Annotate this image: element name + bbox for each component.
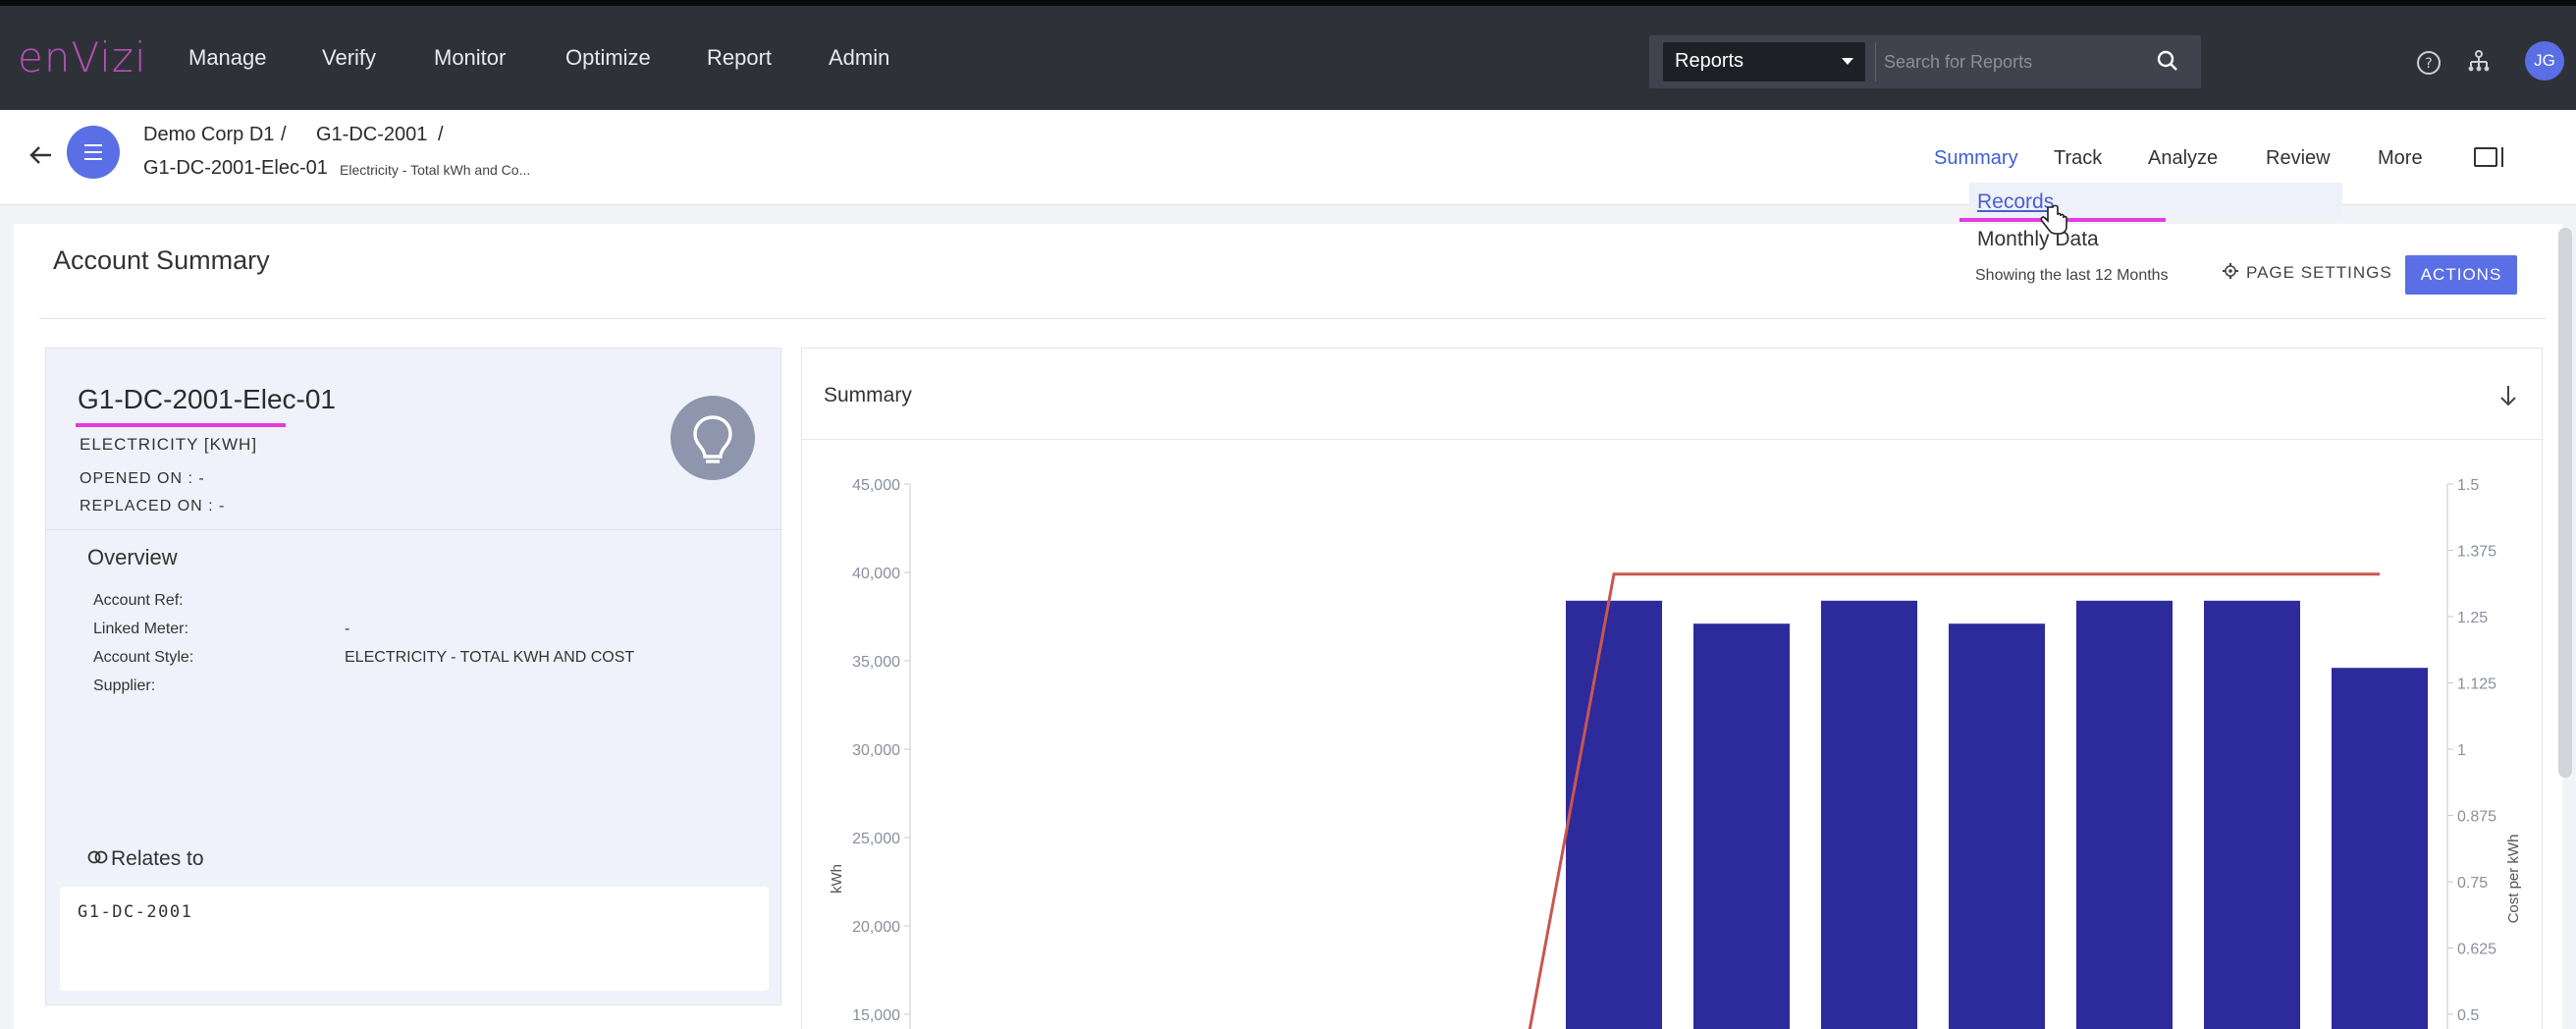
search-bar: Reports	[1649, 35, 2201, 88]
hierarchy-icon[interactable]	[2466, 49, 2492, 80]
page-settings-label: PAGE SETTINGS	[2246, 263, 2392, 282]
y2-tick-label: 1.375	[2457, 544, 2496, 561]
field-value: ELECTRICITY - TOTAL KWH AND COST	[345, 649, 635, 666]
vertical-scrollbar[interactable]	[2558, 228, 2572, 778]
tab-more[interactable]: More	[2378, 147, 2423, 170]
gear-icon	[2223, 263, 2238, 284]
breadcrumb-separator: /	[438, 124, 444, 145]
tab-summary[interactable]: Summary	[1934, 147, 2018, 170]
page-settings-button[interactable]: PAGE SETTINGS	[2223, 263, 2392, 284]
y2-tick-label: 0.75	[2457, 875, 2488, 892]
nav-item-report[interactable]: Report	[707, 45, 772, 71]
y-tick-label: 25,000	[852, 831, 900, 847]
chart-bar	[1821, 600, 1917, 1029]
y-tick-label: 45,000	[852, 477, 900, 494]
field-label: Supplier:	[93, 677, 156, 694]
breadcrumb-site[interactable]: G1-DC-2001	[316, 124, 427, 146]
user-avatar[interactable]: JG	[2525, 41, 2564, 81]
search-icon[interactable]	[2156, 49, 2179, 78]
field-label: Account Ref:	[93, 592, 184, 609]
y2-tick-label: 1	[2457, 742, 2466, 759]
page-title: Account Summary	[53, 245, 270, 275]
nav-item-admin[interactable]: Admin	[829, 45, 889, 71]
overview-heading: Overview	[87, 545, 178, 569]
nav-item-monitor[interactable]: Monitor	[434, 45, 506, 71]
tab-track[interactable]: Track	[2054, 147, 2102, 170]
tab-analyze[interactable]: Analyze	[2148, 147, 2218, 170]
breadcrumb-org[interactable]: Demo Corp D1	[143, 124, 274, 146]
y-axis-title: kWh	[829, 864, 845, 894]
hand-cursor-icon	[2038, 204, 2069, 244]
y2-tick-label: 1.5	[2457, 477, 2479, 494]
opened-on: OPENED ON : -	[80, 470, 205, 487]
divider	[39, 318, 2547, 319]
field-label: Account Style:	[93, 649, 194, 666]
actions-button[interactable]: ACTIONS	[2405, 255, 2517, 295]
chart-bar	[1566, 600, 1662, 1029]
summary-chart-panel: Summary 45,000 40,000 35,000 30,000 25,000 20…	[801, 348, 2544, 1029]
breadcrumb-separator: /	[281, 124, 287, 145]
lightbulb-icon	[671, 396, 755, 480]
field-label: Linked Meter:	[93, 621, 188, 637]
relates-to-heading: Relates to	[87, 847, 204, 871]
y2-tick-label: 0.5	[2457, 1007, 2479, 1024]
account-name: G1-DC-2001-Elec-01	[78, 384, 336, 414]
field-value: -	[345, 621, 350, 637]
y2-tick-label: 0.625	[2457, 942, 2496, 958]
search-scope-select[interactable]: Reports	[1663, 42, 1865, 81]
summary-chart: 45,000 40,000 35,000 30,000 25,000 20,000 15,0…	[829, 477, 2522, 1029]
highlight-underline	[76, 423, 286, 427]
relates-to-list: G1-DC-2001	[60, 887, 769, 991]
y-tick-label: 40,000	[852, 566, 900, 582]
caret-down-icon	[1842, 58, 1853, 65]
nav-item-optimize[interactable]: Optimize	[565, 45, 651, 71]
side-panel-icon[interactable]	[2474, 147, 2503, 167]
chart-bar	[2332, 668, 2428, 1029]
y2-tick-label: 1.25	[2457, 610, 2488, 626]
svg-text:?: ?	[2425, 56, 2432, 72]
breadcrumb-account: G1-DC-2001-Elec-01	[143, 157, 328, 179]
y-tick-label: 20,000	[852, 919, 900, 936]
top-nav-bar: enVizi Manage Verify Monitor Optimize Re…	[0, 0, 2576, 110]
y-tick-label: 15,000	[852, 1007, 900, 1024]
date-range-label: Showing the last 12 Months	[1975, 267, 2169, 284]
y-tick-label: 35,000	[852, 654, 900, 671]
chart-bar	[1693, 623, 1790, 1029]
nav-item-verify[interactable]: Verify	[322, 45, 376, 71]
back-arrow-icon[interactable]	[27, 143, 55, 172]
envizi-logo[interactable]: enVizi	[18, 33, 147, 81]
breadcrumb-account-desc: Electricity - Total kWh and Co...	[340, 162, 531, 178]
chart-bar	[1949, 623, 2045, 1029]
chart-bar	[2076, 600, 2173, 1029]
account-info-panel: G1-DC-2001-Elec-01 ELECTRICITY [KWH] OPE…	[45, 348, 782, 1005]
tab-review[interactable]: Review	[2266, 147, 2331, 170]
chart-bar	[2204, 600, 2300, 1029]
link-icon	[87, 847, 109, 871]
relates-to-label: Relates to	[111, 847, 204, 870]
menu-item-records[interactable]: Records	[1969, 183, 2342, 218]
y-tick-label: 30,000	[852, 742, 900, 759]
nav-item-manage[interactable]: Manage	[188, 45, 267, 71]
help-icon[interactable]: ?	[2415, 49, 2442, 81]
divider	[46, 529, 782, 530]
y2-tick-label: 0.875	[2457, 809, 2496, 826]
search-scope-value: Reports	[1675, 50, 1744, 72]
menu-button[interactable]	[67, 126, 120, 179]
y2-axis-title: Cost per kWh	[2505, 835, 2522, 924]
account-type: ELECTRICITY [KWH]	[80, 435, 258, 454]
replaced-on: REPLACED ON : -	[80, 498, 226, 514]
search-input[interactable]	[1875, 42, 2189, 81]
y2-tick-label: 1.125	[2457, 677, 2496, 693]
related-item[interactable]: G1-DC-2001	[78, 902, 192, 922]
